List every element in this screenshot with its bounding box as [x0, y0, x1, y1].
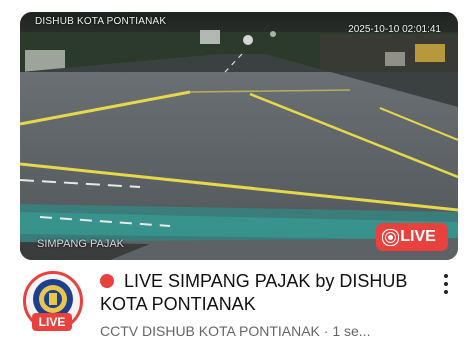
cctv-overlay-title: DISHUB KOTA PONTIANAK [35, 16, 167, 27]
video-player[interactable]: DISHUB KOTA PONTIANAK 2025-10-10 02:01:4… [20, 12, 458, 260]
stream-title-text: LIVE SIMPANG PAJAK by DISHUB KOTA PONTIA… [100, 271, 408, 314]
red-circle-icon [100, 274, 114, 288]
live-badge-label: LIVE [400, 228, 436, 245]
cctv-timestamp: 2025-10-10 02:01:41 [348, 24, 441, 35]
stream-title[interactable]: LIVE SIMPANG PAJAK by DISHUB KOTA PONTIA… [100, 270, 420, 316]
broadcast-icon [388, 234, 394, 240]
avatar-live-badge: LIVE [32, 313, 72, 331]
more-vert-icon[interactable] [438, 274, 454, 294]
cctv-location-label: SIMPANG PAJAK [37, 238, 125, 250]
live-badge[interactable]: LIVE [376, 223, 448, 251]
stream-subtitle[interactable]: CCTV DISHUB KOTA PONTIANAK · 1 se... [100, 323, 430, 339]
